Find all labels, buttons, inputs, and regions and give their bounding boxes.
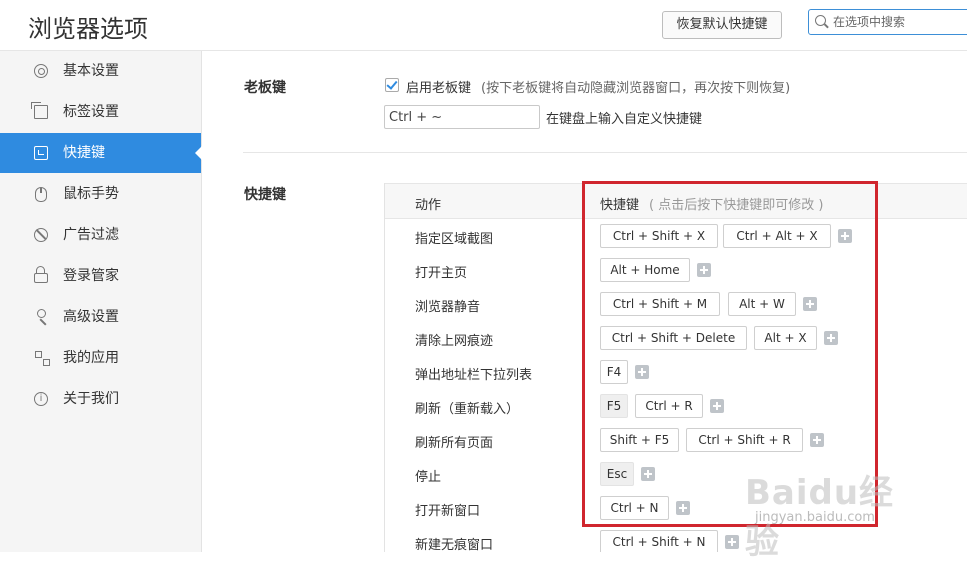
sidebar-item-label: 广告过滤 [63,227,119,243]
sidebar: 基本设置 标签设置 快捷键 鼠标手势 广告过滤 登录管家 高级设置 我的应用 i… [0,51,202,552]
sidebar-item-login-manager[interactable]: 登录管家 [0,256,201,296]
action-label: 指定区域截图 [415,232,494,247]
action-label: 刷新（重新载入） [415,402,520,417]
shortcuts-section-label: 快捷键 [244,187,286,203]
restore-defaults-button[interactable]: 恢复默认快捷键 [662,11,782,39]
sidebar-item-shortcuts[interactable]: 快捷键 [0,133,202,173]
action-label: 停止 [415,470,442,485]
block-icon [34,228,48,242]
wrench-icon [37,309,46,318]
search-icon [815,15,826,26]
shortcut-key[interactable]: Ctrl + Shift + N [600,530,718,552]
sidebar-item-ad-filter[interactable]: 广告过滤 [0,215,201,255]
sidebar-item-mouse-gestures[interactable]: 鼠标手势 [0,174,201,214]
page-title: 浏览器选项 [28,15,148,43]
add-shortcut-icon[interactable] [725,535,739,549]
keyboard-icon [34,146,48,160]
header: 浏览器选项 恢复默认快捷键 [0,0,967,51]
boss-key-hint: 在键盘上输入自定义快捷键 [546,112,703,127]
lock-icon [34,266,48,283]
sidebar-item-tabs[interactable]: 标签设置 [0,92,201,132]
boss-key-input[interactable] [384,105,540,129]
sidebar-item-label: 标签设置 [63,104,119,120]
sidebar-item-advanced[interactable]: 高级设置 [0,297,201,337]
action-label: 新建无痕窗口 [415,538,494,552]
sidebar-item-about[interactable]: i 关于我们 [0,379,201,419]
sidebar-item-label: 登录管家 [63,268,119,284]
section-divider [243,152,967,153]
sidebar-item-my-apps[interactable]: 我的应用 [0,338,201,378]
column-header-action: 动作 [415,198,442,213]
boss-key-section-label: 老板键 [244,80,286,96]
action-label: 刷新所有页面 [415,436,494,451]
search-input[interactable] [831,12,967,32]
watermark: Baidu经验 jingyan.baidu.com [745,455,925,562]
sidebar-item-label: 高级设置 [63,309,119,325]
tabs-icon [31,102,48,119]
enable-boss-key-checkbox[interactable] [385,78,399,92]
action-label: 清除上网痕迹 [415,334,494,349]
sidebar-item-basic[interactable]: 基本设置 [0,51,201,91]
gear-icon [34,64,48,78]
mouse-icon [35,187,47,202]
search-box[interactable] [808,9,967,35]
action-label: 弹出地址栏下拉列表 [415,368,533,383]
enable-boss-key-label[interactable]: 启用老板键 [406,77,471,96]
sidebar-item-label: 快捷键 [63,145,105,161]
action-label: 打开新窗口 [415,504,481,519]
sidebar-item-label: 关于我们 [63,391,119,407]
watermark-url: jingyan.baidu.com [755,510,875,525]
info-icon: i [34,392,48,406]
action-label: 浏览器静音 [415,300,481,315]
boss-key-description: (按下老板键将自动隐藏浏览器窗口，再次按下则恢复) [481,81,791,96]
apps-icon [34,351,50,366]
sidebar-item-label: 鼠标手势 [63,186,119,202]
sidebar-item-label: 基本设置 [63,63,119,79]
action-label: 打开主页 [415,266,468,281]
sidebar-item-label: 我的应用 [63,350,119,366]
